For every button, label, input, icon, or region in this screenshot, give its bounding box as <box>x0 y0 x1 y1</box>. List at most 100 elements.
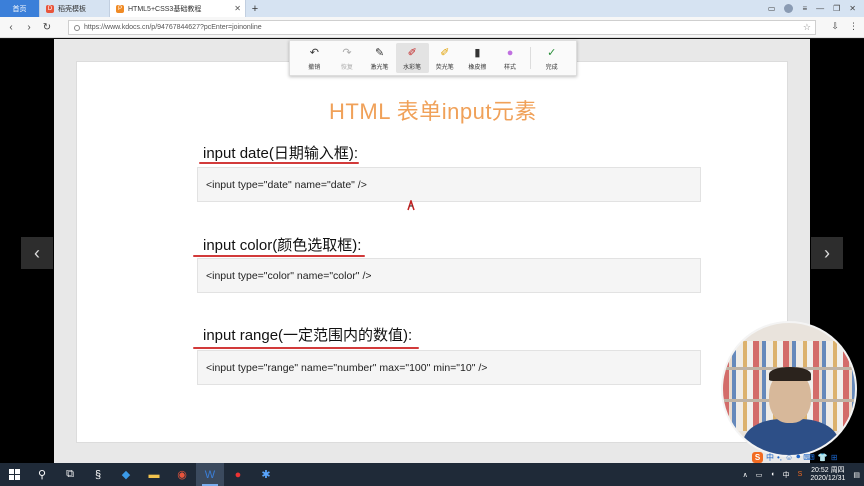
file-explorer-icon[interactable]: ▬ <box>140 463 168 486</box>
new-tab-button[interactable]: + <box>246 0 264 17</box>
ink-underline <box>199 162 359 164</box>
ink-underline <box>193 347 419 349</box>
forward-icon[interactable]: › <box>22 22 36 33</box>
close-tab-icon[interactable]: ✕ <box>234 4 241 13</box>
webcam-overlay <box>721 321 857 457</box>
skin-icon[interactable]: 👕 <box>818 453 828 462</box>
eraser-button[interactable]: ▮ 橡皮擦 <box>461 43 494 73</box>
section-label-color: input color(颜色选取框): <box>203 237 362 254</box>
search-icon[interactable]: ⚲ <box>28 463 56 486</box>
tab-label: 稻壳模板 <box>58 5 86 13</box>
done-button[interactable]: ✓ 完成 <box>535 43 568 73</box>
more-icon[interactable]: ⋮ <box>849 21 858 32</box>
watercolor-pen-icon: ✐ <box>407 47 417 59</box>
start-windows-icon[interactable] <box>0 463 28 486</box>
eraser-icon: ▮ <box>474 47 481 59</box>
tool-label: 样式 <box>504 64 517 71</box>
ink-underline <box>193 255 365 257</box>
address-bar: ‹ › ↻ https://www.kdocs.cn/p/94767844627… <box>0 17 864 38</box>
battery-icon[interactable]: ▭ <box>756 471 763 479</box>
user-avatar-icon[interactable] <box>784 4 794 13</box>
redo-button[interactable]: ↷ 恢复 <box>331 43 364 73</box>
recorder-icon[interactable]: ● <box>224 463 252 486</box>
code-box-range: <input type="range" name="number" max="1… <box>197 350 701 385</box>
pen-cursor-icon <box>407 200 415 211</box>
close-window-icon[interactable]: ✕ <box>849 4 856 13</box>
code-box-date: <input type="date" name="date" /> <box>197 167 701 202</box>
tool-label: 完成 <box>545 64 558 71</box>
tool-label: 水彩笔 <box>403 64 422 71</box>
emoji-icon[interactable]: ☺ <box>785 453 793 462</box>
notification-icon[interactable]: ▤ <box>853 471 860 479</box>
system-tray: ∧ ▭ ◖ 中 S 20:52 周四 2020/12/31 ▤ <box>743 467 864 483</box>
docer-icon: D <box>46 4 54 13</box>
tab-strip: 首页 D 稻壳模板 P HTML5+CSS3基础教程 ✕ + ▭ ≡ — ❐ ✕ <box>0 0 864 17</box>
clock-date: 2020/12/31 <box>810 474 846 482</box>
redo-icon: ↷ <box>342 47 352 59</box>
tool-label: 橡皮擦 <box>468 64 487 71</box>
sogou-tray-icon[interactable]: S <box>798 471 803 478</box>
ime-mode[interactable]: 中 <box>766 452 774 463</box>
tab-home[interactable]: 首页 <box>0 0 40 17</box>
tab-label: HTML5+CSS3基础教程 <box>128 5 202 13</box>
ime-toolbar: S 中 •, ☺ ⏺ ⌨ 👕 ⊞ <box>752 451 864 463</box>
app-star-icon[interactable]: ✱ <box>252 463 280 486</box>
slide: HTML 表单input元素 input date(日期输入框): <input… <box>76 61 788 443</box>
chrome-icon[interactable]: ◉ <box>168 463 196 486</box>
punctuation-icon[interactable]: •, <box>777 453 782 462</box>
laser-pen-button[interactable]: ✎ 激光笔 <box>363 43 396 73</box>
tool-label: 恢复 <box>340 64 353 71</box>
tool-label: 荧光笔 <box>435 64 454 71</box>
highlighter-icon: ✐ <box>440 47 450 59</box>
taskbar: ⚲ ⧉ § ◆ ▬ ◉ W ● ✱ ∧ ▭ ◖ 中 S 20:52 周四 202… <box>0 463 864 486</box>
address-bar-tools: ⇩ ⋮ <box>831 21 858 32</box>
volume-icon[interactable]: ◖ <box>770 471 774 478</box>
app-s-icon[interactable]: § <box>84 463 112 486</box>
tray-lang[interactable]: 中 <box>783 470 790 480</box>
tool-label: 激光笔 <box>370 64 389 71</box>
refresh-icon[interactable]: ↻ <box>40 22 54 33</box>
annotation-toolbar: ↶ 撤销 ↷ 恢复 ✎ 激光笔 ✐ 水彩笔 ✐ 荧光笔 ▮ 橡皮擦 ● 样式 ✓… <box>289 40 577 76</box>
back-icon[interactable]: ‹ <box>4 22 18 33</box>
section-label-range: input range(一定范围内的数值): <box>203 327 413 344</box>
wps-icon[interactable]: W <box>196 463 224 486</box>
section-label-date: input date(日期输入框): <box>203 145 359 162</box>
slide-title: HTML 表单input元素 <box>329 99 537 124</box>
code-box-color: <input type="color" name="color" /> <box>197 258 701 293</box>
restore-icon[interactable]: ❐ <box>833 4 840 13</box>
tool-label: 撤销 <box>308 64 321 71</box>
sogou-logo-icon[interactable]: S <box>752 451 763 463</box>
presenter-hair <box>769 367 811 381</box>
undo-icon: ↶ <box>309 47 319 59</box>
bookmark-star-icon[interactable]: ☆ <box>803 22 811 33</box>
vscode-icon[interactable]: ◆ <box>112 463 140 486</box>
clock[interactable]: 20:52 周四 2020/12/31 <box>810 467 845 483</box>
url-text: https://www.kdocs.cn/p/94767844627?pcEnt… <box>84 24 262 31</box>
toolbar-divider <box>530 47 532 69</box>
laser-pen-icon: ✎ <box>374 47 385 59</box>
download-icon[interactable]: ⇩ <box>831 21 839 32</box>
tab-html5-tutorial[interactable]: P HTML5+CSS3基础教程 ✕ <box>110 0 246 17</box>
task-view-icon[interactable]: ⧉ <box>56 463 84 486</box>
check-icon: ✓ <box>547 47 557 59</box>
highlighter-button[interactable]: ✐ 荧光笔 <box>429 43 462 73</box>
security-icon <box>74 24 80 31</box>
undo-button[interactable]: ↶ 撤销 <box>298 43 331 73</box>
url-input[interactable]: https://www.kdocs.cn/p/94767844627?pcEnt… <box>68 20 816 35</box>
tab-docer-templates[interactable]: D 稻壳模板 <box>40 0 110 17</box>
voice-icon[interactable]: ⏺ <box>796 452 800 462</box>
tablet-mode-icon[interactable]: ▭ <box>768 4 776 13</box>
minimize-icon[interactable]: — <box>816 4 824 13</box>
style-button[interactable]: ● 样式 <box>494 43 527 73</box>
tab-label: 首页 <box>12 5 27 13</box>
watercolor-pen-button[interactable]: ✐ 水彩笔 <box>395 43 429 73</box>
grid-icon[interactable]: ⊞ <box>831 453 838 462</box>
next-slide-button[interactable]: › <box>811 237 843 269</box>
tray-chevron-icon[interactable]: ∧ <box>743 471 748 479</box>
keyboard-icon[interactable]: ⌨ <box>803 453 815 462</box>
window-controls: ▭ ≡ — ❐ ✕ <box>768 0 864 17</box>
style-color-icon: ● <box>506 46 514 59</box>
menu-icon[interactable]: ≡ <box>802 4 807 13</box>
prev-slide-button[interactable]: ‹ <box>21 237 53 269</box>
clock-time: 20:52 周四 <box>811 466 845 474</box>
